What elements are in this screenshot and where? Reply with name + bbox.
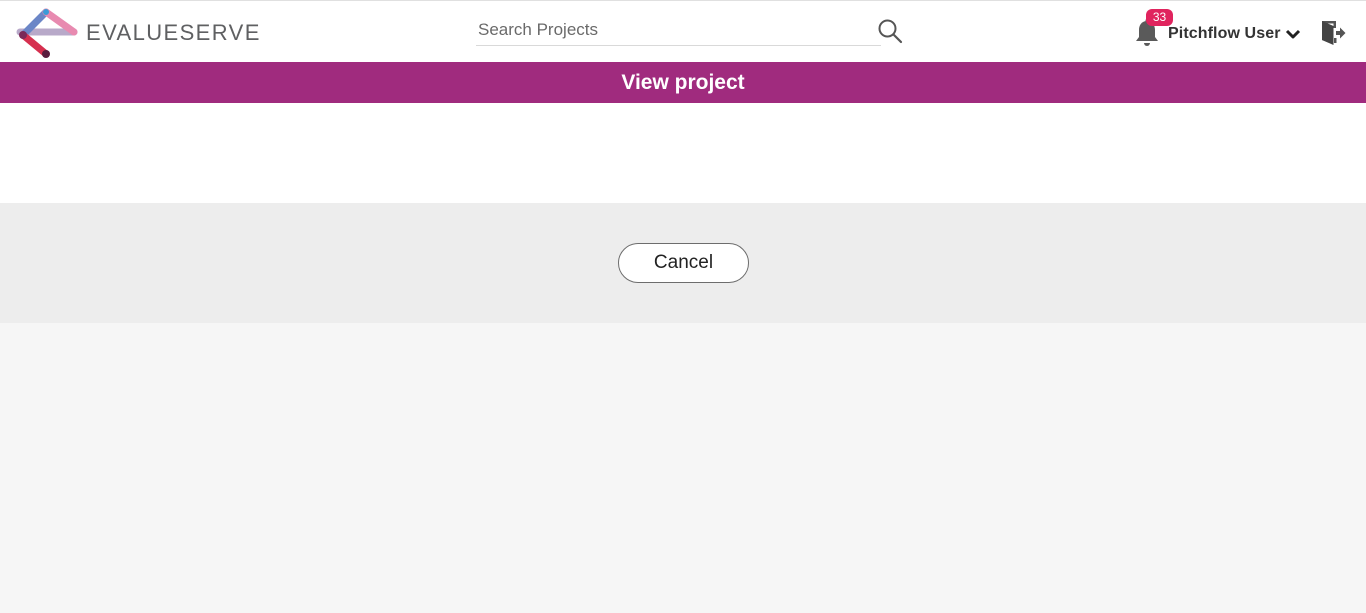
logout-icon[interactable] — [1320, 19, 1346, 47]
page-title: View project — [621, 70, 745, 94]
search-input[interactable] — [476, 14, 881, 46]
search-icon[interactable] — [877, 18, 903, 44]
page-title-bar: View project — [0, 62, 1366, 103]
user-menu[interactable]: Pitchflow User — [1168, 23, 1301, 45]
action-bar: Cancel — [0, 203, 1366, 323]
cancel-button[interactable]: Cancel — [618, 243, 749, 283]
search-box — [476, 14, 906, 48]
brand-name: EVALUESERVE — [86, 20, 261, 45]
page-background — [0, 323, 1366, 613]
app-header: EVALUESERVE 33 Pitchflow User — [0, 0, 1366, 62]
project-content-area — [0, 103, 1366, 203]
evalueserve-logo-icon — [16, 8, 78, 58]
brand-logo[interactable]: EVALUESERVE — [16, 8, 261, 58]
user-name: Pitchflow User — [1168, 25, 1281, 42]
chevron-down-icon — [1285, 29, 1300, 39]
